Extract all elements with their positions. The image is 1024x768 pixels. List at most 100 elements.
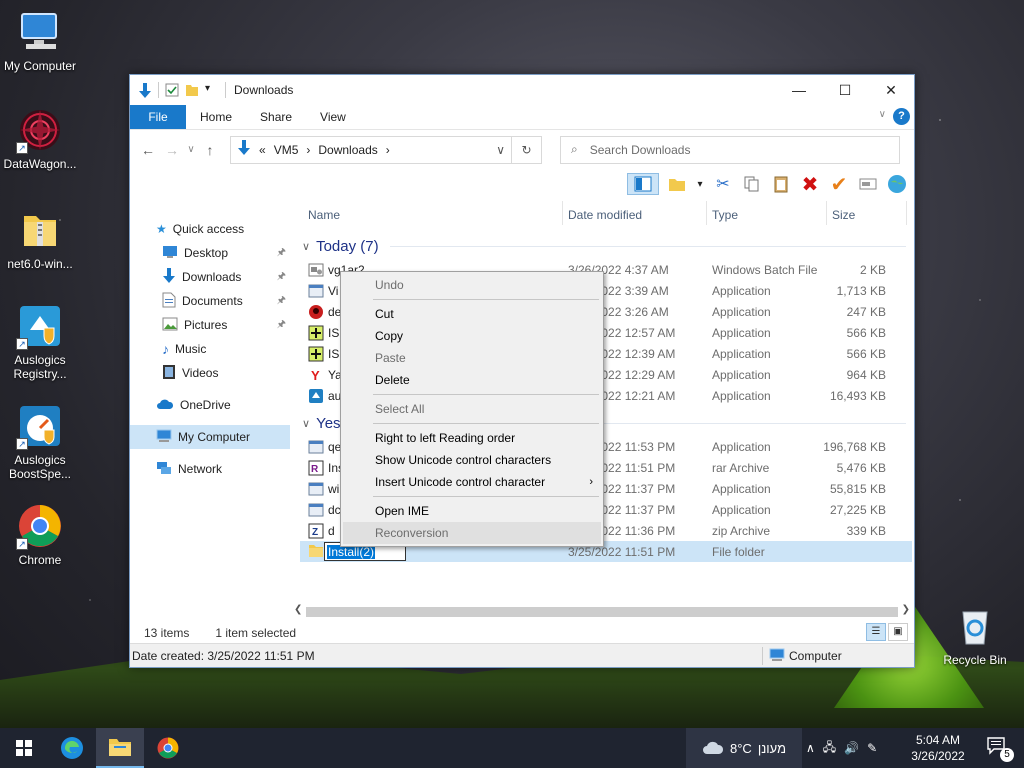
pen-icon[interactable]: ✎ <box>867 741 877 755</box>
nav-label: Documents <box>182 294 243 308</box>
file-name: Vi <box>328 284 339 298</box>
tab-share[interactable]: Share <box>246 110 306 124</box>
svg-text:Z: Z <box>312 527 318 538</box>
folder-options-icon[interactable] <box>666 173 688 195</box>
pin-icon[interactable]: 🖈 <box>277 269 286 286</box>
file-size: 196,768 KB <box>823 440 886 454</box>
menu-item-open-ime[interactable]: Open IME <box>343 500 601 522</box>
nav-my-computer[interactable]: My Computer <box>130 425 290 449</box>
window-controls: — ☐ ✕ <box>776 75 914 105</box>
menu-item-cut[interactable]: Cut <box>343 303 601 325</box>
weather-widget[interactable]: 8°C מעונן <box>686 728 802 768</box>
desktop-icon-my-computer[interactable]: My Computer <box>0 8 80 73</box>
nav-videos[interactable]: Videos <box>130 361 290 385</box>
address-dropdown-icon[interactable]: ∨ <box>496 143 505 157</box>
clock[interactable]: 5:04 AM 3/26/2022 <box>906 732 970 764</box>
nav-network[interactable]: Network <box>130 457 290 481</box>
menu-item-label: Undo <box>375 278 404 292</box>
delete-icon[interactable]: ✖ <box>799 173 821 196</box>
properties-icon[interactable] <box>165 83 179 97</box>
pin-icon[interactable]: 🖈 <box>277 293 286 310</box>
nav-downloads[interactable]: Downloads 🖈 <box>130 265 290 289</box>
dropdown-icon[interactable]: ▾ <box>695 173 705 195</box>
scroll-left-icon[interactable]: ❮ <box>294 604 302 615</box>
nav-documents[interactable]: Documents 🖈 <box>130 289 290 313</box>
desktop-icon-net6[interactable]: net6.0-win... <box>0 206 80 271</box>
checkmark-icon[interactable]: ✔ <box>828 173 850 196</box>
menu-item-delete[interactable]: Delete <box>343 369 601 391</box>
horizontal-scrollbar[interactable]: ❮ ❯ <box>292 604 912 620</box>
app-blue-icon <box>308 388 324 404</box>
edge-icon <box>61 737 83 759</box>
desktop-icon-chrome[interactable]: ↗ Chrome <box>0 502 80 567</box>
customize-dropdown-icon[interactable]: ▾ <box>205 83 219 97</box>
rename-icon[interactable] <box>857 173 879 195</box>
desktop-icon-auslogics-registry[interactable]: ↗ Auslogics Registry... <box>0 302 80 381</box>
notification-button[interactable]: 5 <box>986 736 1014 762</box>
group-header-today[interactable]: ∨ Today (7) <box>300 233 912 259</box>
preview-pane-icon[interactable] <box>627 173 659 195</box>
menu-item-insert-unicode-control-character[interactable]: Insert Unicode control character › <box>343 471 601 493</box>
scrollbar-thumb[interactable] <box>306 607 898 617</box>
desktop-icon-auslogics-boost[interactable]: ↗ Auslogics BoostSpe... <box>0 402 80 481</box>
location-indicator: Computer <box>762 647 842 665</box>
back-arrow-icon[interactable]: ← <box>136 142 160 158</box>
up-arrow-icon[interactable]: ↑ <box>198 142 222 158</box>
large-icons-view-icon[interactable]: ▣ <box>888 623 908 641</box>
help-icon[interactable]: ? <box>893 108 910 125</box>
new-folder-icon[interactable] <box>185 83 199 97</box>
breadcrumb-overflow[interactable]: « <box>259 143 266 157</box>
cut-icon[interactable]: ✂ <box>712 173 734 195</box>
details-view-icon[interactable]: ☰ <box>866 623 886 641</box>
globe-icon[interactable] <box>886 173 908 195</box>
column-type[interactable]: Type <box>712 208 738 222</box>
start-button[interactable] <box>0 728 48 768</box>
pin-icon[interactable]: 🖈 <box>277 245 286 262</box>
chevron-up-icon[interactable]: ∧ <box>806 741 815 755</box>
desktop-icon-label: DataWagon... <box>3 157 77 171</box>
address-bar[interactable]: « VM5 › Downloads › ∨ ↻ <box>230 135 542 164</box>
file-type: zip Archive <box>712 524 771 538</box>
file-type: Application <box>712 440 771 454</box>
download-arrow-icon <box>138 83 152 98</box>
breadcrumb-vm5[interactable]: VM5 <box>274 143 299 157</box>
paste-icon[interactable] <box>770 173 792 195</box>
tab-home[interactable]: Home <box>186 110 246 124</box>
speaker-icon[interactable]: 🔊 <box>844 741 859 755</box>
menu-item-right-to-left-reading-order[interactable]: Right to left Reading order <box>343 427 601 449</box>
chevron-down-icon[interactable]: ∨ <box>879 109 886 120</box>
taskbar-edge[interactable] <box>48 728 96 768</box>
nav-music[interactable]: ♪ Music <box>130 337 290 361</box>
minimize-button[interactable]: — <box>776 75 822 105</box>
tab-view[interactable]: View <box>306 110 360 124</box>
desktop-icon-recycle-bin[interactable]: Recycle Bin <box>935 602 1015 667</box>
desktop-icon-datawagon[interactable]: ↗ DataWagon... <box>0 106 80 171</box>
recent-locations-icon[interactable]: ∨ <box>184 144 198 155</box>
search-box[interactable]: ⌕ Search Downloads <box>560 135 900 164</box>
menu-item-label: Copy <box>375 329 404 343</box>
taskbar-file-explorer[interactable] <box>96 728 144 768</box>
menu-item-copy[interactable]: Copy <box>343 325 601 347</box>
forward-arrow-icon[interactable]: → <box>160 142 184 158</box>
menu-item-label: Select All <box>375 402 425 416</box>
network-tray-icon[interactable]: 🖧 <box>823 738 836 759</box>
column-name[interactable]: Name <box>308 208 340 222</box>
pin-icon[interactable]: 🖈 <box>277 317 286 334</box>
copy-icon[interactable] <box>741 173 763 195</box>
nav-quick-access[interactable]: ★ Quick access <box>130 217 290 241</box>
menu-item-show-unicode-control-characters[interactable]: Show Unicode control characters <box>343 449 601 471</box>
column-date-modified[interactable]: Date modified <box>568 208 642 222</box>
desktop-icon <box>162 245 178 262</box>
taskbar-chrome[interactable] <box>144 728 192 768</box>
scroll-right-icon[interactable]: ❯ <box>902 604 910 615</box>
nav-pictures[interactable]: Pictures 🖈 <box>130 313 290 337</box>
breadcrumb-downloads[interactable]: Downloads <box>318 143 377 157</box>
column-size[interactable]: Size <box>832 208 855 222</box>
tab-file[interactable]: File <box>130 105 186 129</box>
nav-onedrive[interactable]: OneDrive <box>130 393 290 417</box>
close-button[interactable]: ✕ <box>868 75 914 105</box>
cloud-icon <box>702 739 724 758</box>
maximize-button[interactable]: ☐ <box>822 75 868 105</box>
nav-desktop[interactable]: Desktop 🖈 <box>130 241 290 265</box>
refresh-icon[interactable]: ↻ <box>511 136 541 163</box>
